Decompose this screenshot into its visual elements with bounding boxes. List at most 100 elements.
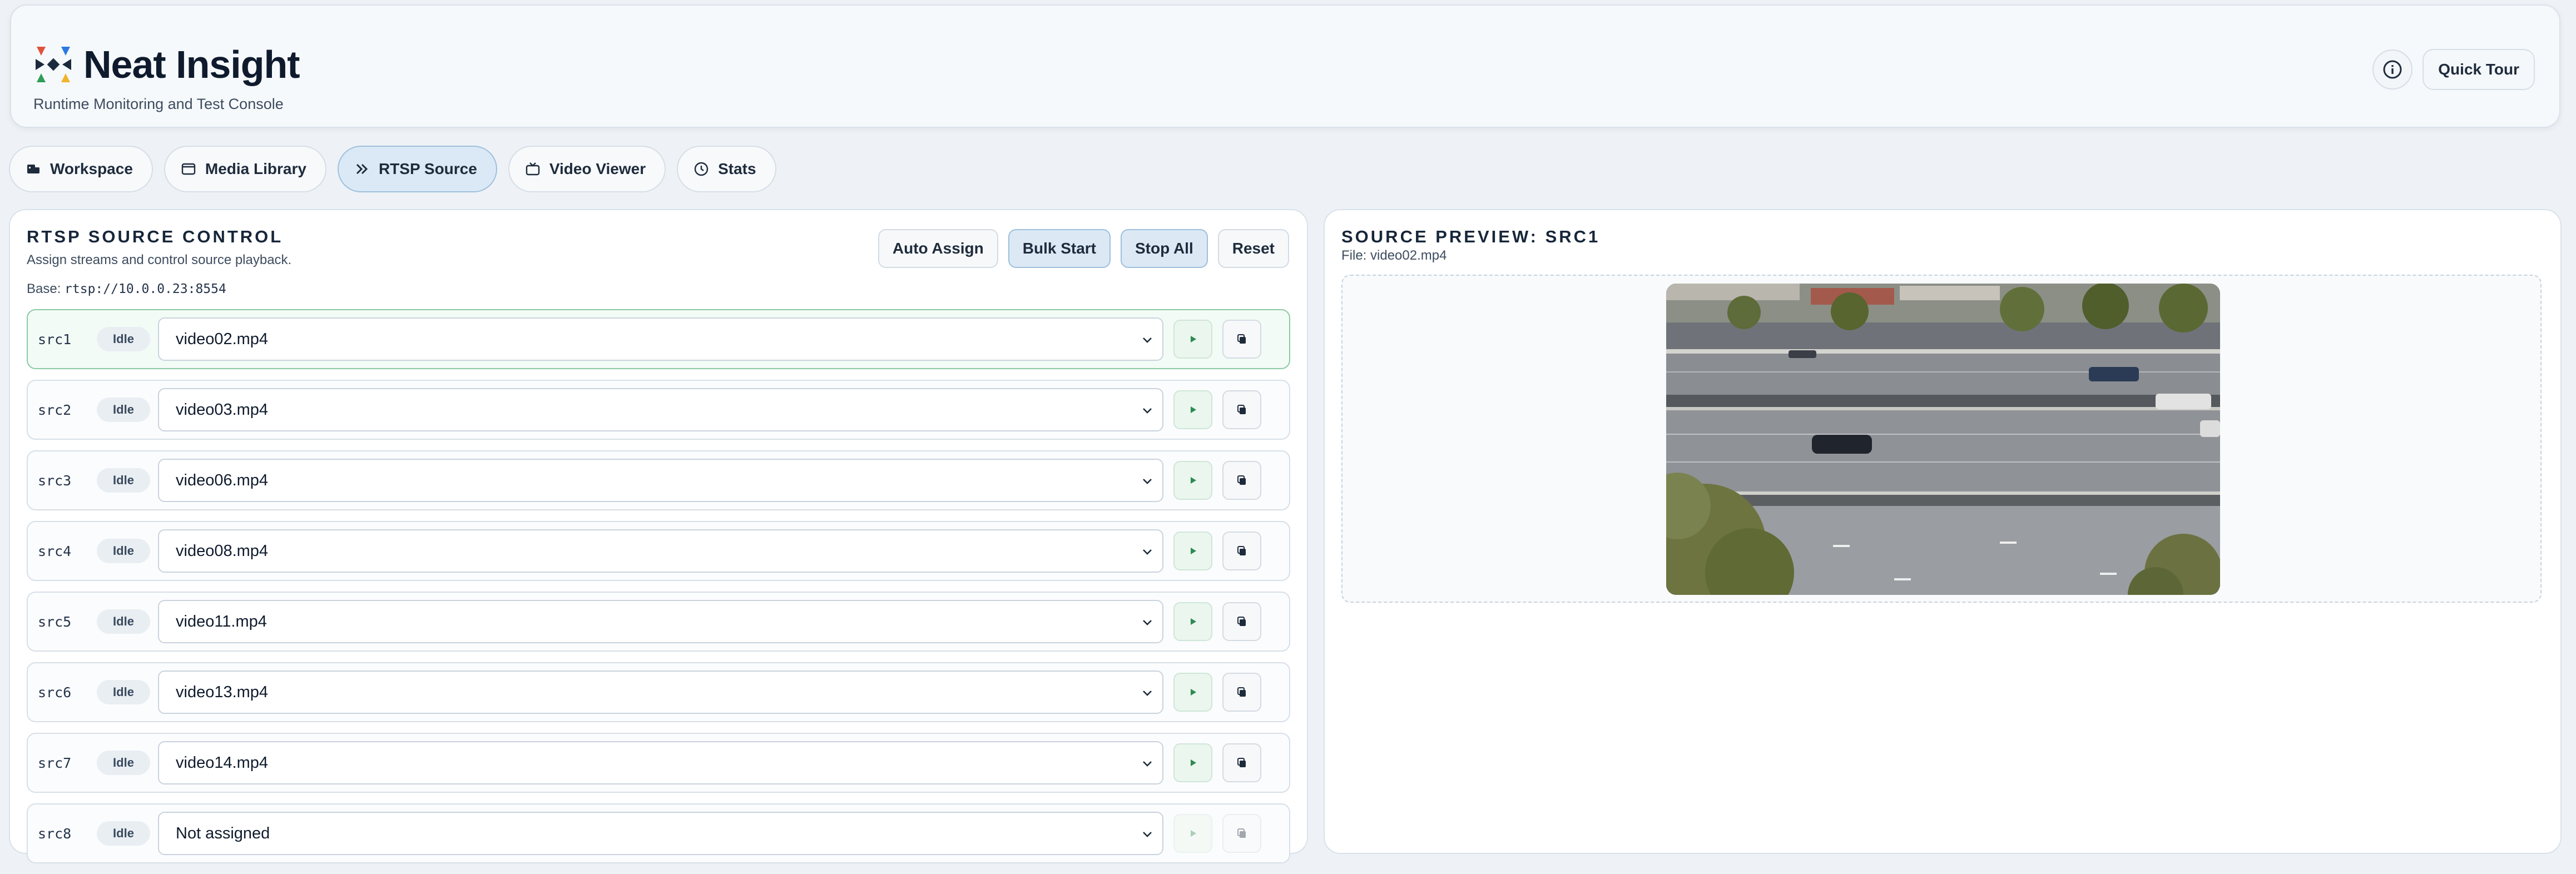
stop-all-button[interactable]: Stop All: [1121, 229, 1208, 268]
play-icon: [1191, 759, 1196, 766]
tab-video-viewer[interactable]: Video Viewer: [508, 146, 666, 192]
info-icon: [2383, 60, 2402, 79]
source-id: src6: [38, 684, 72, 701]
source-row-src6[interactable]: src6 Idle video13.mp4: [27, 662, 1290, 722]
base-url: rtsp://10.0.0.23:8554: [65, 282, 226, 296]
tab-workspace[interactable]: Workspace: [9, 146, 153, 192]
copy-icon: [1237, 687, 1246, 697]
source-id: src3: [38, 472, 72, 489]
reset-button[interactable]: Reset: [1217, 229, 1289, 268]
play-button[interactable]: [1173, 814, 1212, 853]
tab-label: Workspace: [50, 160, 133, 177]
copy-url-button[interactable]: [1222, 602, 1261, 641]
source-row-src5[interactable]: src5 Idle video11.mp4: [27, 592, 1290, 652]
main-tabs: Workspace Media Library RTSP Source Vide…: [9, 146, 776, 192]
play-button[interactable]: [1173, 602, 1212, 641]
source-row-src2[interactable]: src2 Idle video03.mp4: [27, 380, 1290, 440]
source-row-src1[interactable]: src1 Idle video02.mp4: [27, 309, 1290, 369]
copy-url-button[interactable]: [1222, 390, 1261, 429]
rtsp-source-panel: RTSP SOURCE CONTROL Assign streams and c…: [9, 209, 1308, 863]
source-id: src7: [38, 754, 72, 771]
play-button[interactable]: [1173, 390, 1212, 429]
media-select-value: video13.mp4: [176, 683, 269, 701]
media-select[interactable]: Not assigned: [158, 812, 1163, 855]
pinwheel-logo-icon: [33, 44, 73, 85]
copy-icon: [1237, 475, 1246, 485]
app-header: Neat Insight Runtime Monitoring and Test…: [10, 4, 2560, 128]
preview-file: File: video02.mp4: [1341, 248, 1447, 263]
tab-label: Video Viewer: [549, 160, 646, 177]
chevron-down-icon: [1143, 479, 1152, 484]
auto-assign-button[interactable]: Auto Assign: [878, 229, 998, 268]
source-id: src5: [38, 613, 72, 630]
section-title: RTSP SOURCE CONTROL: [27, 227, 284, 246]
status-badge: Idle: [97, 327, 150, 351]
play-button[interactable]: [1173, 320, 1212, 359]
bulk-actions: Auto Assign Bulk Start Stop All Reset: [878, 229, 1289, 268]
play-icon: [1191, 618, 1196, 625]
copy-url-button[interactable]: [1222, 673, 1261, 712]
chevron-down-icon: [1143, 761, 1152, 767]
tab-rtsp-source[interactable]: RTSP Source: [337, 146, 497, 192]
play-icon: [1191, 548, 1196, 554]
media-select[interactable]: video11.mp4: [158, 600, 1163, 643]
status-badge: Idle: [97, 821, 150, 846]
app-subtitle: Runtime Monitoring and Test Console: [33, 96, 284, 112]
copy-icon: [1237, 758, 1246, 767]
preview-title: SOURCE PREVIEW: SRC1: [1341, 227, 1601, 246]
media-select-value: video02.mp4: [176, 330, 269, 348]
media-select[interactable]: video08.mp4: [158, 529, 1163, 573]
workspace-icon: [27, 165, 39, 173]
source-row-src7[interactable]: src7 Idle video14.mp4: [27, 733, 1290, 793]
media-select-value: video08.mp4: [176, 542, 269, 560]
copy-url-button[interactable]: [1222, 814, 1261, 853]
copy-url-button[interactable]: [1222, 320, 1261, 359]
quick-tour-button[interactable]: Quick Tour: [2423, 49, 2535, 90]
tab-label: Media Library: [205, 160, 306, 177]
play-button[interactable]: [1173, 532, 1212, 570]
status-badge: Idle: [97, 609, 150, 634]
play-button[interactable]: [1173, 673, 1212, 712]
tab-stats[interactable]: Stats: [677, 146, 776, 192]
media-select-value: video06.mp4: [176, 471, 269, 489]
play-icon: [1191, 689, 1196, 696]
clock-icon: [694, 162, 709, 176]
chevron-down-icon: [1143, 337, 1152, 343]
media-select[interactable]: video02.mp4: [158, 317, 1163, 361]
source-row-src8[interactable]: src8 Idle Not assigned: [27, 803, 1290, 863]
copy-url-button[interactable]: [1222, 743, 1261, 782]
status-badge: Idle: [97, 680, 150, 704]
copy-icon: [1237, 405, 1246, 414]
copy-url-button[interactable]: [1222, 532, 1261, 570]
media-select[interactable]: video03.mp4: [158, 388, 1163, 431]
play-button[interactable]: [1173, 461, 1212, 500]
media-select-value: video14.mp4: [176, 753, 269, 772]
tab-label: Stats: [718, 160, 756, 177]
copy-icon: [1237, 828, 1246, 838]
play-icon: [1191, 477, 1196, 484]
info-button[interactable]: [2372, 49, 2413, 90]
media-select[interactable]: video06.mp4: [158, 459, 1163, 502]
source-row-src4[interactable]: src4 Idle video08.mp4: [27, 521, 1290, 581]
folder-icon: [181, 163, 196, 175]
tv-icon: [526, 162, 540, 176]
copy-url-button[interactable]: [1222, 461, 1261, 500]
play-button[interactable]: [1173, 743, 1212, 782]
media-select[interactable]: video13.mp4: [158, 671, 1163, 714]
bulk-start-button[interactable]: Bulk Start: [1008, 229, 1111, 268]
play-icon: [1191, 406, 1196, 413]
source-preview-panel: SOURCE PREVIEW: SRC1 File: video02.mp4: [1324, 209, 2562, 854]
chevron-down-icon: [1143, 691, 1152, 696]
section-subtitle: Assign streams and control source playba…: [27, 252, 292, 267]
media-select[interactable]: video14.mp4: [158, 741, 1163, 784]
video-preview[interactable]: [1666, 284, 2220, 595]
source-id: src2: [38, 401, 72, 418]
tab-media-library[interactable]: Media Library: [164, 146, 326, 192]
copy-icon: [1237, 617, 1246, 626]
media-select-value: video03.mp4: [176, 400, 269, 419]
source-row-src3[interactable]: src3 Idle video06.mp4: [27, 450, 1290, 510]
header-actions: Quick Tour: [2372, 49, 2535, 90]
status-badge: Idle: [97, 751, 150, 775]
chevron-down-icon: [1143, 408, 1152, 414]
status-badge: Idle: [97, 539, 150, 563]
